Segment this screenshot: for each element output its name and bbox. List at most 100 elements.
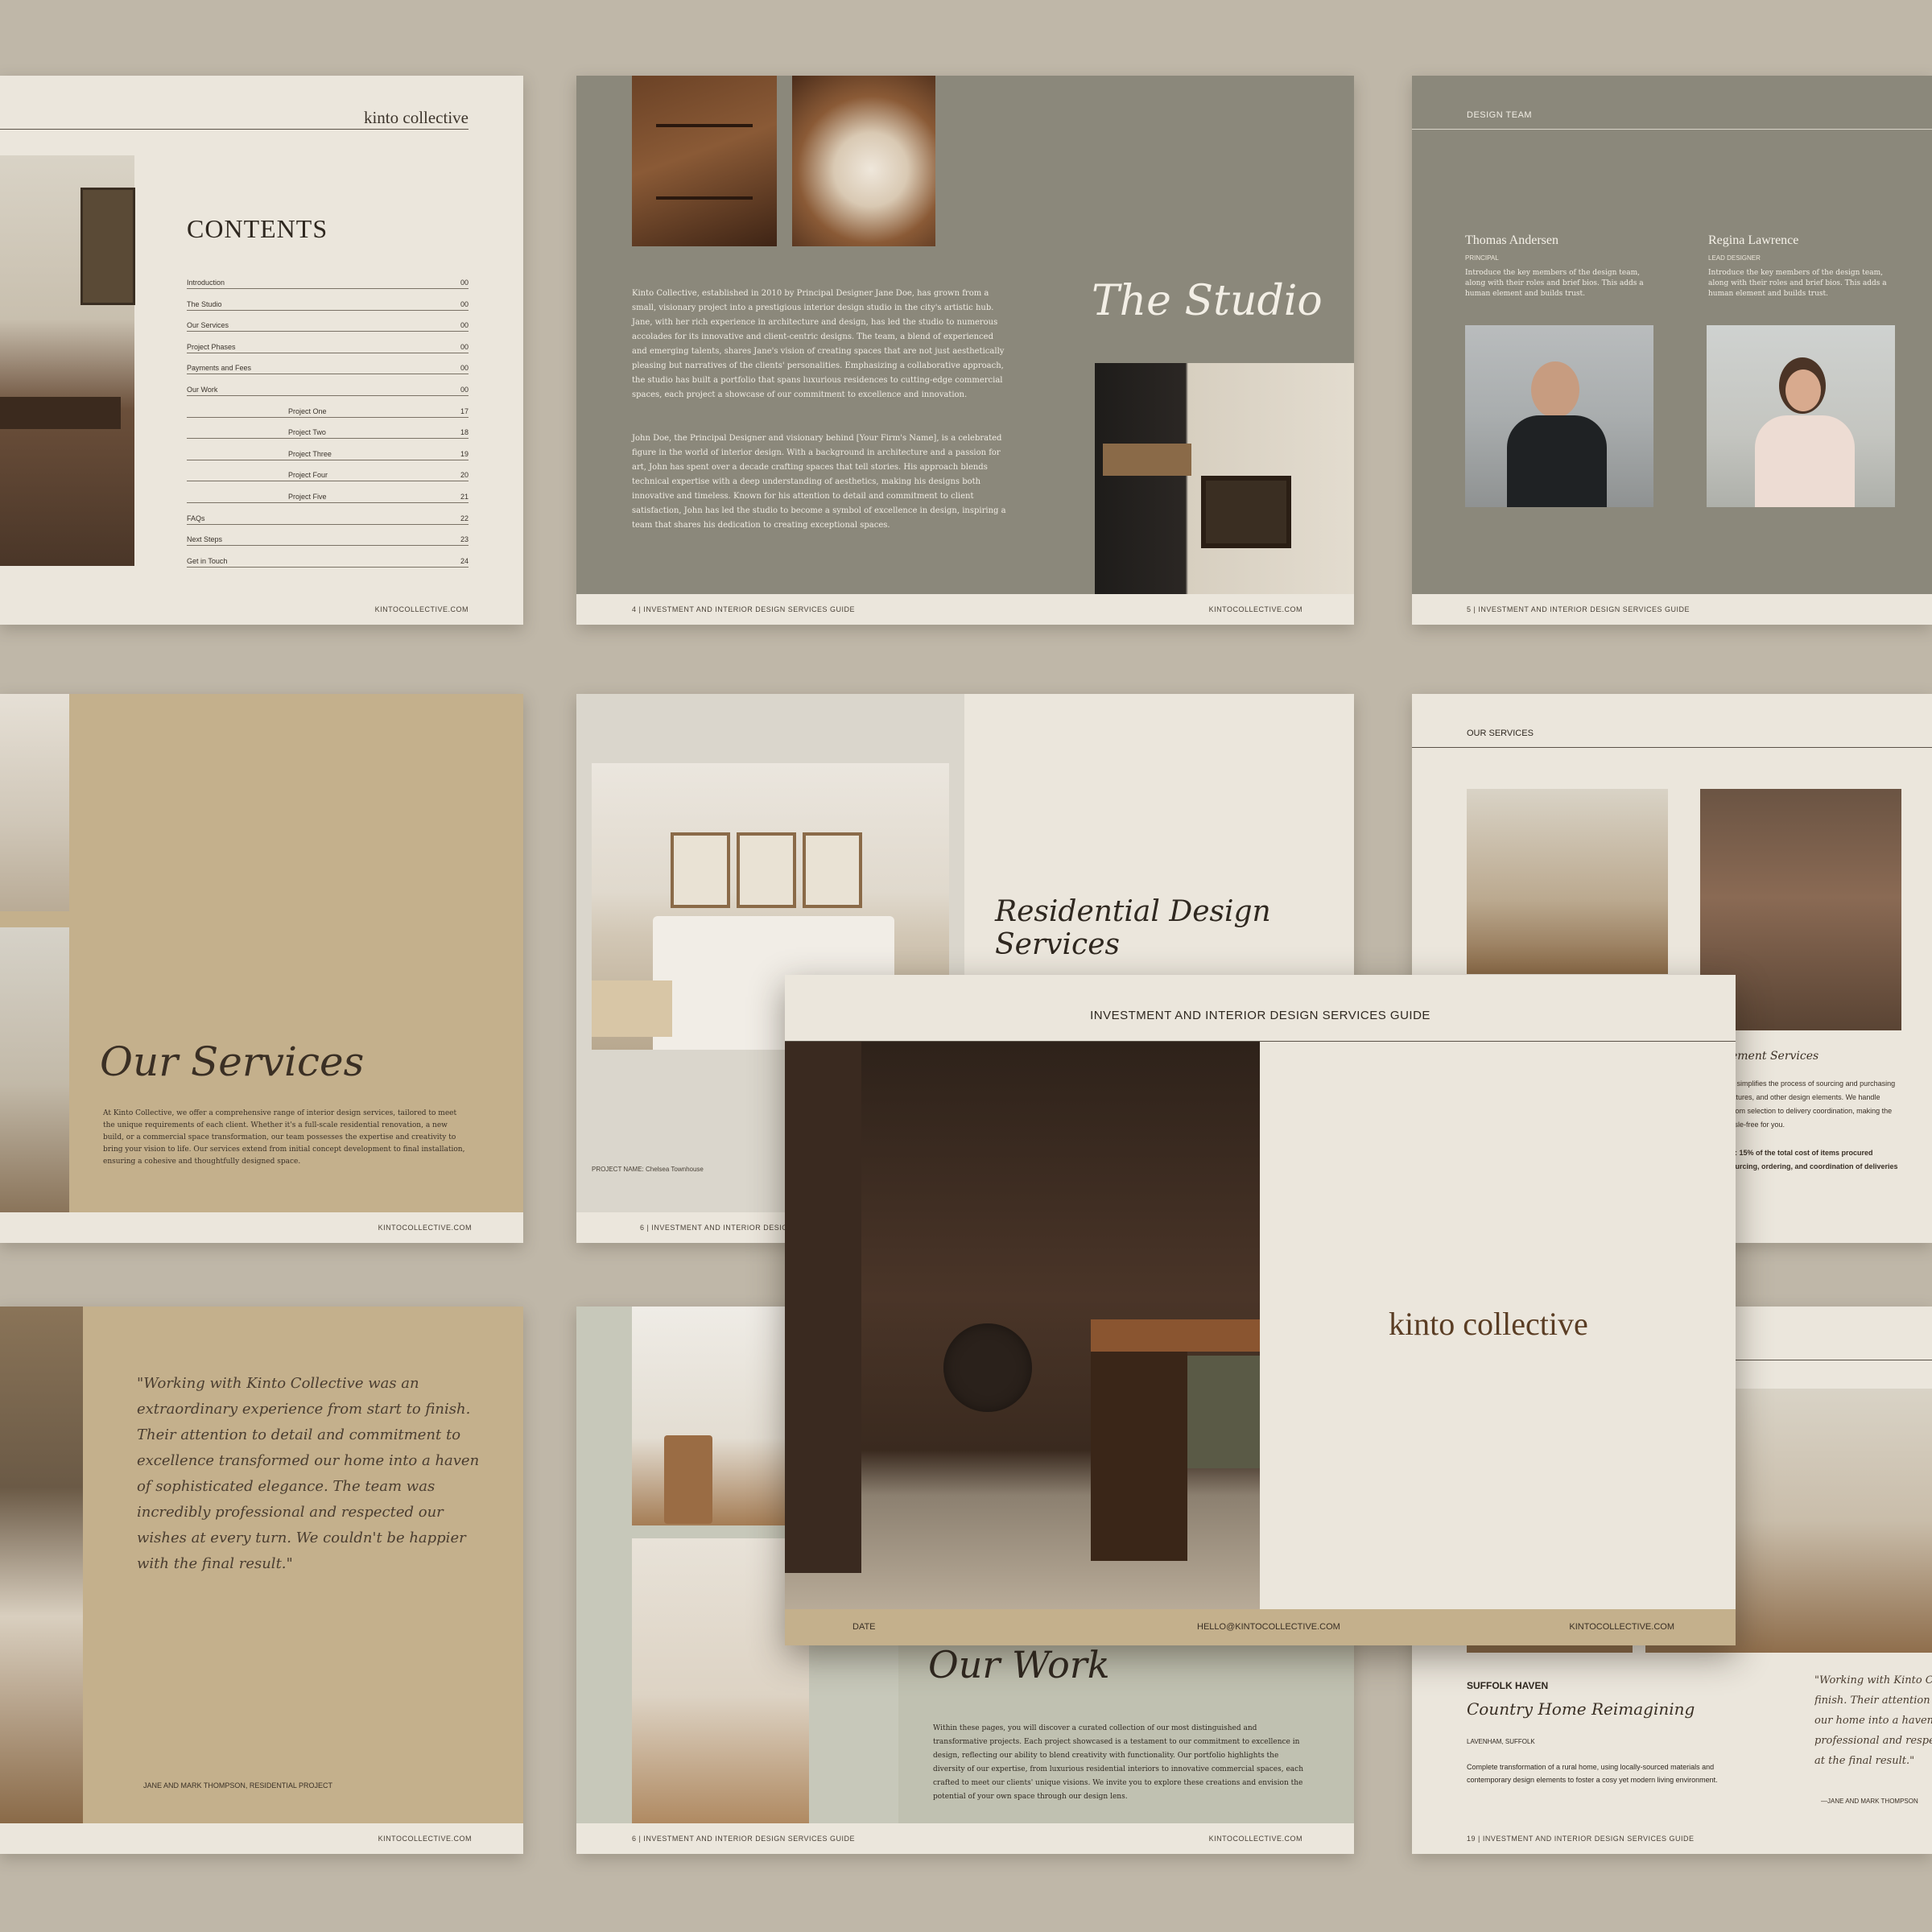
header-rule — [1412, 129, 1932, 130]
cover-header: INVESTMENT AND INTERIOR DESIGN SERVICES … — [1090, 1009, 1430, 1022]
project-quote-line: at the final result." — [1814, 1755, 1915, 1767]
cabinet-photo — [632, 76, 777, 246]
cover-footer: DATE HELLO@KINTOCOLLECTIVE.COM KINTOCOLL… — [785, 1609, 1736, 1645]
header-rule — [0, 129, 469, 130]
cover-email[interactable]: HELLO@KINTOCOLLECTIVE.COM — [1197, 1622, 1340, 1632]
ceramic-bowls-photo — [792, 76, 935, 246]
cover-page: INVESTMENT AND INTERIOR DESIGN SERVICES … — [785, 975, 1736, 1645]
toc-page-number: 00 — [460, 279, 469, 287]
toc-row[interactable]: Project One 17 — [187, 396, 469, 418]
project-quote: "Working with Kinto Co finish. Their att… — [1814, 1670, 1932, 1771]
footer-page-label: 6 | INVESTMENT AND INTERIOR DESIGN SERVI… — [632, 1835, 856, 1843]
project-footer: 19 | INVESTMENT AND INTERIOR DESIGN SERV… — [1412, 1823, 1932, 1854]
toc-row[interactable]: Project Two 18 — [187, 417, 469, 440]
team-page: DESIGN TEAM Thomas Andersen PRINCIPAL In… — [1412, 76, 1932, 625]
living-room-thumb-photo — [0, 927, 69, 1212]
studio-paragraph-1: Kinto Collective, established in 2010 by… — [632, 289, 1005, 399]
footer-url[interactable]: KINTOCOLLECTIVE.COM — [375, 605, 469, 613]
toc-row[interactable]: FAQs 22 — [187, 503, 469, 525]
toc-row[interactable]: Payments and Fees 00 — [187, 353, 469, 375]
project-quote-line: finish. Their attention to d — [1814, 1695, 1932, 1707]
mudroom-photo — [1095, 363, 1354, 595]
bathroom-photo — [632, 1538, 809, 1823]
team-header: DESIGN TEAM — [1467, 110, 1533, 120]
toc-row[interactable]: Our Work 00 — [187, 374, 469, 396]
cover-bench-photo — [785, 1042, 1260, 1609]
toc-label: Our Services — [187, 321, 229, 330]
member-role: LEAD DESIGNER — [1708, 254, 1761, 262]
project-name: SUFFOLK HAVEN — [1467, 1680, 1549, 1691]
brand-wordmark: kinto collective — [363, 108, 469, 127]
footer-url[interactable]: KINTOCOLLECTIVE.COM — [378, 1224, 472, 1232]
toc-label: Project Two — [288, 428, 326, 437]
our-work-footer: 6 | INVESTMENT AND INTERIOR DESIGN SERVI… — [576, 1823, 1354, 1854]
toc-page-number: 18 — [460, 428, 469, 437]
toc-label: Payments and Fees — [187, 364, 252, 373]
contents-page: kinto collective CONTENTS Introduction 00… — [0, 76, 523, 625]
member-name: Regina Lawrence — [1708, 233, 1799, 247]
services-fee-line: ourcing, ordering, and coordination of d… — [1731, 1162, 1898, 1170]
toc-row[interactable]: Project Five 21 — [187, 481, 469, 503]
toc-page-number: 17 — [460, 407, 469, 415]
member-role: PRINCIPAL — [1465, 254, 1499, 262]
cover-site[interactable]: KINTOCOLLECTIVE.COM — [1569, 1622, 1674, 1632]
toc-page-number: 20 — [460, 471, 469, 480]
cover-brand: kinto collective — [1389, 1306, 1588, 1342]
toc-label: The Studio — [187, 299, 222, 308]
services-copy-line: from selection to delivery coordination,… — [1731, 1107, 1893, 1115]
project-quote-attribution: —JANE AND MARK THOMPSON — [1821, 1798, 1918, 1805]
toc-row[interactable]: Project Four 20 — [187, 460, 469, 482]
bedroom-headboard-photo — [0, 1307, 83, 1823]
testimonial-footer: KINTOCOLLECTIVE.COM — [0, 1823, 523, 1854]
toc-page-number: 23 — [460, 535, 469, 544]
toc-page-number: 00 — [460, 364, 469, 373]
services-copy-line: e simplifies the process of sourcing and… — [1731, 1080, 1896, 1088]
toc-row[interactable]: Project Three 19 — [187, 439, 469, 460]
thomas-portrait — [1465, 325, 1653, 507]
member-thomas: Thomas Andersen PRINCIPAL Introduce the … — [1465, 233, 1658, 299]
services-footer: KINTOCOLLECTIVE.COM — [0, 1212, 523, 1243]
contents-title: CONTENTS — [187, 214, 328, 243]
testimonial-page: "Working with Kinto Collective was an ex… — [0, 1307, 523, 1854]
toc-row[interactable]: Next Steps 23 — [187, 524, 469, 547]
toc-page-number: 00 — [460, 299, 469, 308]
services-copy-line: ssle-free for you. — [1731, 1121, 1785, 1129]
study-photo — [1467, 789, 1668, 974]
toc-label: Get in Touch — [187, 556, 228, 565]
studio-title: The Studio — [1092, 277, 1323, 325]
footer-url[interactable]: KINTOCOLLECTIVE.COM — [1209, 605, 1302, 613]
team-footer: 5 | INVESTMENT AND INTERIOR DESIGN SERVI… — [1412, 594, 1932, 625]
toc-row[interactable]: Introduction 00 — [187, 267, 469, 289]
our-work-title: Our Work — [928, 1643, 1110, 1686]
testimonial-attribution: JANE AND MARK THOMPSON, RESIDENTIAL PROJ… — [143, 1781, 333, 1790]
studio-paragraph-2: John Doe, the Principal Designer and vis… — [632, 434, 1006, 530]
services-fee-line: e: 15% of the total cost of items procur… — [1731, 1149, 1873, 1157]
footer-page-label: 19 | INVESTMENT AND INTERIOR DESIGN SERV… — [1467, 1835, 1695, 1843]
header-rule — [1412, 747, 1932, 748]
toc-label: FAQs — [187, 514, 205, 522]
toc-page-number: 21 — [460, 493, 469, 501]
services-copy: e simplifies the process of sourcing and… — [1731, 1077, 1898, 1174]
toc-row[interactable]: The Studio 00 — [187, 289, 469, 311]
footer-url[interactable]: KINTOCOLLECTIVE.COM — [378, 1835, 472, 1843]
bedroom-thumb-photo — [0, 694, 69, 911]
project-quote-line: "Working with Kinto Co — [1814, 1674, 1932, 1686]
footer-url[interactable]: KINTOCOLLECTIVE.COM — [1209, 1835, 1302, 1843]
cover-date: DATE — [852, 1622, 876, 1632]
toc-page-number: 19 — [460, 449, 469, 458]
services-body: At Kinto Collective, we offer a comprehe… — [103, 1109, 465, 1166]
residential-title: Residential Design Services — [995, 895, 1271, 961]
toc-page-number: 24 — [460, 556, 469, 565]
toc-label: Project One — [288, 407, 327, 415]
contents-footer: KINTOCOLLECTIVE.COM — [0, 594, 523, 625]
toc-page-number: 00 — [460, 342, 469, 351]
toc-row[interactable]: Project Phases 00 — [187, 332, 469, 353]
toc-label: Project Four — [288, 471, 328, 480]
toc-label: Project Phases — [187, 342, 236, 351]
project-subtitle: Country Home Reimagining — [1467, 1699, 1695, 1719]
member-bio: Introduce the key members of the design … — [1465, 269, 1644, 298]
toc-page-number: 00 — [460, 386, 469, 394]
toc-row[interactable]: Our Services 00 — [187, 310, 469, 332]
toc-label: Project Five — [288, 493, 327, 501]
toc-row[interactable]: Get in Touch 24 — [187, 546, 469, 568]
